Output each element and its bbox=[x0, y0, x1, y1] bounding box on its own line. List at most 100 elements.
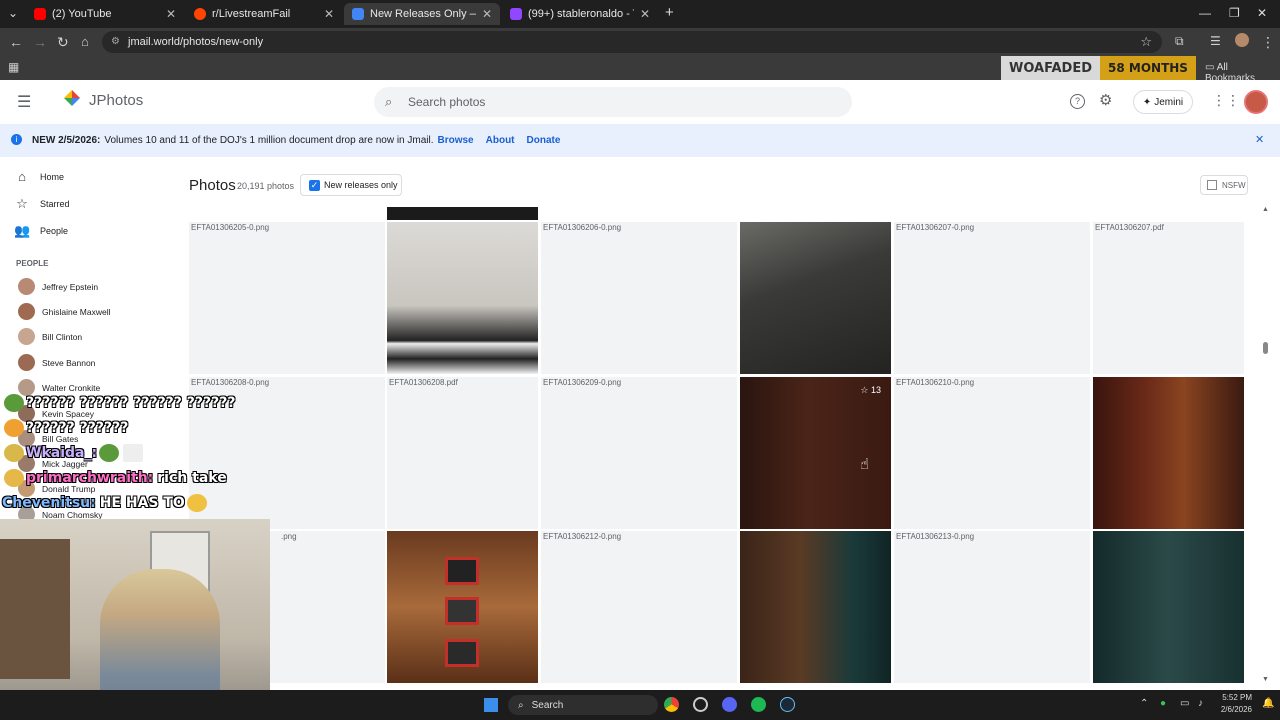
file-tile[interactable]: EFTA01306213-0.png bbox=[894, 531, 1090, 683]
photo-thumbnail[interactable] bbox=[387, 531, 538, 683]
avatar bbox=[18, 303, 35, 320]
url-text: jmail.world/photos/new-only bbox=[128, 36, 264, 48]
sidebar-item-home[interactable]: ⌂ Home bbox=[14, 169, 64, 184]
photo-thumbnail-partial[interactable] bbox=[387, 207, 538, 220]
tab-twitch[interactable]: (99+) stableronaldo - Twitch ✕ bbox=[502, 3, 658, 25]
file-tile[interactable]: EFTA01306205-0.png bbox=[189, 222, 385, 374]
chrome-icon[interactable] bbox=[664, 697, 679, 712]
search-icon: ⌕ bbox=[518, 699, 524, 711]
tab-search-chevron-icon[interactable]: ⌄ bbox=[8, 6, 18, 20]
file-tile[interactable]: EFTA01306209-0.png bbox=[541, 377, 737, 529]
sidebar-item-starred[interactable]: ☆ Starred bbox=[14, 196, 69, 212]
file-tile[interactable]: EFTA01306212-0.png bbox=[541, 531, 737, 683]
person-bill-clinton[interactable]: Bill Clinton bbox=[18, 328, 82, 345]
avatar bbox=[18, 354, 35, 371]
bookmark-star-icon[interactable]: ☆ bbox=[1140, 34, 1152, 50]
browser-menu-icon[interactable]: ⋮ bbox=[1261, 34, 1275, 51]
settings-gear-icon[interactable]: ⚙ bbox=[1099, 91, 1112, 109]
apps-grid-icon[interactable]: ⋮⋮ bbox=[1212, 92, 1240, 109]
nsfw-toggle[interactable]: NSFW bbox=[1200, 175, 1248, 195]
sub-alert-overlay: WOAFADED 58 MONTHS bbox=[1001, 56, 1196, 82]
scrollbar[interactable]: ▲ ▼ bbox=[1260, 206, 1272, 686]
checkbox-checked-icon[interactable]: ✓ bbox=[309, 179, 320, 191]
help-icon[interactable]: ? bbox=[1070, 94, 1085, 109]
close-tab-icon[interactable]: ✕ bbox=[640, 7, 650, 21]
new-releases-filter[interactable]: ✓ New releases only bbox=[300, 174, 402, 196]
close-window-icon[interactable]: ✕ bbox=[1257, 6, 1267, 20]
apps-grid-icon[interactable]: ▦ bbox=[8, 60, 19, 74]
tab-livestreamfail[interactable]: r/LivestreamFail ✕ bbox=[186, 3, 342, 25]
checkbox-unchecked-icon[interactable] bbox=[1207, 180, 1217, 190]
clock-date[interactable]: 2/6/2026 bbox=[1216, 705, 1252, 714]
banner-donate-link[interactable]: Donate bbox=[527, 135, 561, 146]
taskbar-search[interactable]: ⌕ Search bbox=[508, 695, 658, 715]
person-name: Steve Bannon bbox=[42, 357, 96, 368]
forward-icon[interactable]: → bbox=[33, 34, 47, 50]
account-avatar[interactable] bbox=[1244, 90, 1268, 114]
network-icon[interactable]: ▭ bbox=[1180, 698, 1189, 709]
close-tab-icon[interactable]: ✕ bbox=[166, 7, 176, 21]
microphone-icon[interactable]: ● bbox=[1160, 698, 1166, 709]
file-name: EFTA01306209-0.png bbox=[543, 378, 622, 387]
sidebar-item-people[interactable]: 👥 People bbox=[14, 223, 68, 239]
file-tile[interactable]: EFTA01306206-0.png bbox=[541, 222, 737, 374]
person-jeffrey-epstein[interactable]: Jeffrey Epstein bbox=[18, 278, 98, 295]
file-name: EFTA01306212-0.png bbox=[543, 532, 622, 541]
youtube-icon bbox=[34, 8, 46, 20]
extensions-icon[interactable]: ⧉ bbox=[1175, 34, 1184, 49]
peach-emote-icon bbox=[4, 418, 24, 437]
photo-thumbnail[interactable] bbox=[740, 531, 891, 683]
file-tile[interactable]: EFTA01306207-0.png bbox=[894, 222, 1090, 374]
scrollbar-thumb[interactable] bbox=[1263, 342, 1268, 354]
scroll-up-icon[interactable]: ▲ bbox=[1262, 206, 1269, 213]
home-icon: ⌂ bbox=[18, 169, 26, 184]
tab-jphotos[interactable]: New Releases Only — Jphotos ✕ bbox=[344, 3, 500, 25]
filter-label: New releases only bbox=[324, 180, 398, 190]
file-tile[interactable]: EFTA01306210-0.png bbox=[894, 377, 1090, 529]
reload-icon[interactable]: ↻ bbox=[57, 34, 69, 51]
photo-thumbnail[interactable] bbox=[1093, 377, 1244, 529]
maximize-icon[interactable]: ❐ bbox=[1229, 6, 1240, 20]
person-ghislaine-maxwell[interactable]: Ghislaine Maxwell bbox=[18, 303, 111, 320]
photo-thumbnail[interactable]: ☆ 13 ☝ bbox=[740, 377, 891, 529]
photo-thumbnail[interactable] bbox=[740, 222, 891, 374]
home-browser-icon[interactable]: ⌂ bbox=[81, 34, 89, 49]
scroll-down-icon[interactable]: ▼ bbox=[1262, 676, 1269, 683]
volume-icon[interactable]: ♪ bbox=[1198, 698, 1203, 709]
close-tab-icon[interactable]: ✕ bbox=[482, 7, 492, 21]
notification-bell-icon[interactable]: 🔔 bbox=[1262, 698, 1274, 709]
tab-youtube[interactable]: (2) YouTube ✕ bbox=[26, 3, 184, 25]
hamburger-menu-icon[interactable]: ☰ bbox=[17, 92, 31, 112]
chat-message: ?????? ?????? ?????? ?????? bbox=[2, 390, 322, 415]
banner-about-link[interactable]: About bbox=[486, 135, 515, 146]
tray-chevron-icon[interactable]: ⌃ bbox=[1140, 698, 1148, 709]
file-tile[interactable]: EFTA01306208.pdf bbox=[387, 377, 538, 529]
settings-app-icon[interactable] bbox=[693, 697, 708, 712]
search-photos-input[interactable]: ⌕ Search photos bbox=[374, 87, 852, 117]
media-icon[interactable]: ☰ bbox=[1210, 34, 1221, 48]
steam-icon[interactable] bbox=[780, 697, 795, 712]
profile-avatar[interactable] bbox=[1235, 33, 1249, 47]
file-tile[interactable]: EFTA01306207.pdf bbox=[1093, 222, 1244, 374]
tab-label: New Releases Only — Jphotos bbox=[370, 8, 476, 20]
file-name: EFTA01306213-0.png bbox=[896, 532, 975, 541]
new-tab-plus-icon[interactable]: + bbox=[665, 4, 674, 21]
url-bar[interactable]: ⚙ jmail.world/photos/new-only ☆ bbox=[102, 31, 1162, 53]
star-icon: ☆ bbox=[16, 196, 28, 211]
close-tab-icon[interactable]: ✕ bbox=[324, 7, 334, 21]
photo-thumbnail[interactable] bbox=[1093, 531, 1244, 683]
close-banner-icon[interactable]: ✕ bbox=[1255, 133, 1264, 146]
photo-thumbnail[interactable] bbox=[387, 222, 538, 374]
person-steve-bannon[interactable]: Steve Bannon bbox=[18, 354, 95, 371]
clock-time[interactable]: 5:52 PM bbox=[1220, 693, 1252, 702]
framed-picture-icon bbox=[445, 557, 479, 585]
jemini-button[interactable]: ✦ Jemini bbox=[1133, 90, 1193, 114]
spotify-icon[interactable] bbox=[751, 697, 766, 712]
avatar bbox=[18, 278, 35, 295]
discord-icon[interactable] bbox=[722, 697, 737, 712]
back-icon[interactable]: ← bbox=[9, 34, 23, 50]
banner-browse-link[interactable]: Browse bbox=[438, 135, 474, 146]
windows-start-icon[interactable] bbox=[484, 698, 498, 712]
site-info-icon[interactable]: ⚙ bbox=[111, 36, 120, 47]
minimize-icon[interactable]: — bbox=[1199, 6, 1211, 20]
